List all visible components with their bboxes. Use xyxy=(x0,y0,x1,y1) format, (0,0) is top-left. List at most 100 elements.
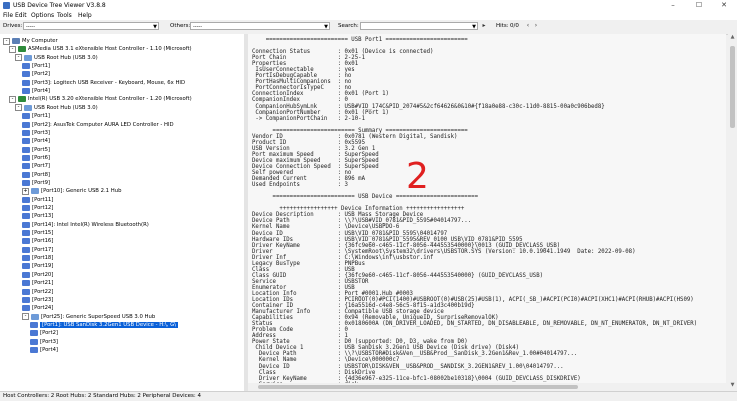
tree-item[interactable]: - My Computer xyxy=(3,37,58,45)
tree-item[interactable]: [Port22] xyxy=(22,288,53,296)
expand-icon[interactable]: + xyxy=(22,187,29,195)
tree-item[interactable]: [Port1] xyxy=(22,62,50,70)
horizontal-scrollbar[interactable] xyxy=(248,383,728,391)
tree-item[interactable]: [Port21] xyxy=(22,279,53,287)
tree-item-label: [Port12] xyxy=(32,205,54,211)
hits-next-icon[interactable]: › xyxy=(532,22,540,30)
collapse-icon[interactable]: - xyxy=(3,37,10,45)
port-icon xyxy=(22,138,30,145)
chevron-down-icon: ▼ xyxy=(324,24,328,30)
tree-item[interactable]: [Port18] xyxy=(22,254,53,262)
collapse-icon[interactable]: - xyxy=(9,95,16,103)
port-icon xyxy=(22,71,30,78)
scroll-down-icon[interactable]: ▼ xyxy=(728,382,737,390)
computer-icon xyxy=(12,38,20,44)
port-icon xyxy=(22,121,30,128)
details-text: ======================== USB Port1 =====… xyxy=(252,37,698,391)
tree-item-label: [Port3]: Logitech USB Receiver - Keyboar… xyxy=(32,79,186,86)
details-panel[interactable]: ======================== USB Port1 =====… xyxy=(248,34,726,391)
tree-item[interactable]: [Port9] xyxy=(22,179,50,187)
tree-item[interactable]: - USB Root Hub (USB 3.0) xyxy=(15,104,98,112)
tree-item[interactable]: [Port12] xyxy=(22,204,53,212)
scroll-up-icon[interactable]: ▲ xyxy=(728,34,737,42)
tree-item[interactable]: [Port15] xyxy=(22,229,53,237)
window-title: USB Device Tree Viewer V3.8.8 xyxy=(13,2,106,9)
tree-item[interactable]: [Port24] xyxy=(22,304,53,312)
others-value: ----- xyxy=(193,24,203,30)
tree-item-label: USB Root Hub (USB 3.0) xyxy=(34,54,98,61)
tree-item[interactable]: + [Port10]: Generic USB 2.1 Hub xyxy=(22,187,121,195)
tree-item[interactable]: [Port11] xyxy=(22,196,53,204)
tree-item[interactable]: [Port2] xyxy=(30,329,58,337)
tree-item[interactable]: - [Port25]: Generic SuperSpeed USB 3.0 Hu… xyxy=(22,313,155,321)
search-label: Search: xyxy=(338,23,359,29)
hits-prev-icon[interactable]: ‹ xyxy=(524,22,532,30)
minimize-button[interactable]: – xyxy=(662,1,684,10)
tree-item[interactable]: [Port17] xyxy=(22,246,53,254)
tree-item[interactable]: [Port3] xyxy=(30,338,58,346)
menu-edit[interactable]: Edit xyxy=(15,12,27,19)
search-input[interactable]: ▼ xyxy=(360,22,478,30)
vertical-scrollbar[interactable]: ▲ ▼ xyxy=(728,34,737,391)
tree-item[interactable]: [Port3] xyxy=(22,129,50,137)
menu-help[interactable]: Help xyxy=(78,12,92,19)
hub-icon xyxy=(31,313,39,320)
collapse-icon[interactable]: - xyxy=(22,313,29,321)
tree-item[interactable]: [Port4] xyxy=(22,137,50,145)
others-combo[interactable]: ----- ▼ xyxy=(190,22,330,30)
menu-options[interactable]: Options xyxy=(31,12,54,19)
tree-item[interactable]: [Port13] xyxy=(22,212,53,220)
drives-combo[interactable]: ----- ▼ xyxy=(23,22,159,30)
close-button[interactable]: ✕ xyxy=(713,1,735,10)
tree-item[interactable]: [Port7] xyxy=(22,162,50,170)
search-next-icon[interactable]: ▸ xyxy=(480,22,488,30)
port-icon xyxy=(22,263,30,270)
menu-file[interactable]: File xyxy=(3,12,13,19)
tree-item[interactable]: [Port8] xyxy=(22,171,50,179)
tree-item[interactable]: [Port14]: Intel Intel(R) Wireless Blueto… xyxy=(22,221,149,229)
hub-icon xyxy=(24,104,32,111)
tree-item[interactable]: [Port16] xyxy=(22,237,53,245)
tree-item[interactable]: [Port2]: AsusTek Computer AURA LED Contr… xyxy=(22,121,174,129)
tree-item-label: [Port25]: Generic SuperSpeed USB 3.0 Hub xyxy=(41,313,156,320)
tree-item-label: [Port13] xyxy=(32,213,54,220)
tree-item[interactable]: [Port2] xyxy=(22,70,50,78)
tree-item[interactable]: - USB Root Hub (USB 3.0) xyxy=(15,54,98,62)
maximize-button[interactable]: ☐ xyxy=(688,1,710,10)
tree-item[interactable]: [Port1]: USB SanDisk 3.2Gen1 USB Device … xyxy=(30,321,179,329)
tree-item[interactable]: [Port19] xyxy=(22,262,53,270)
hub-icon xyxy=(24,54,32,61)
tree-item[interactable]: - Intel(R) USB 3.20 eXtensible Host Contr… xyxy=(9,95,192,103)
tree-item[interactable]: [Port20] xyxy=(22,271,53,279)
usb-app-icon xyxy=(3,2,10,9)
port-icon xyxy=(22,221,30,228)
tree-item[interactable]: [Port4] xyxy=(22,87,50,95)
tree-item[interactable]: [Port3]: Logitech USB Receiver - Keyboar… xyxy=(22,79,185,87)
tree-item[interactable]: [Port1] xyxy=(22,112,50,120)
menu-tools[interactable]: Tools xyxy=(57,12,72,19)
port-icon xyxy=(22,63,30,70)
vertical-scroll-thumb[interactable] xyxy=(730,46,735,128)
tree-item[interactable]: [Port6] xyxy=(22,154,50,162)
tree-item[interactable]: [Port23] xyxy=(22,296,53,304)
horizontal-scroll-thumb[interactable] xyxy=(258,385,578,389)
toolbar: Drives: ----- ▼ Others: ----- ▼ Search: … xyxy=(0,20,737,35)
port-icon xyxy=(22,88,30,95)
port-icon xyxy=(22,255,30,262)
tree-item-label: [Port23] xyxy=(32,296,54,303)
tree-item-label: [Port10]: Generic USB 2.1 Hub xyxy=(41,188,122,195)
tree-item-label: [Port21] xyxy=(32,280,54,287)
collapse-icon[interactable]: - xyxy=(15,54,22,62)
tree-item[interactable]: [Port4] xyxy=(30,346,58,354)
collapse-icon[interactable]: - xyxy=(15,104,22,112)
tree-item-label: [Port11] xyxy=(32,196,54,203)
port-icon xyxy=(22,271,30,278)
menu-bar: File Edit Options Tools Help xyxy=(0,11,737,20)
tree-item[interactable]: [Port5] xyxy=(22,146,50,154)
tree-item[interactable]: - ASMedia USB 3.1 eXtensible Host Control… xyxy=(9,45,192,53)
tree-item-label: My Computer xyxy=(22,38,58,44)
tree-item-label: [Port15] xyxy=(32,230,54,237)
tree-item-label: [Port5] xyxy=(32,146,51,153)
collapse-icon[interactable]: - xyxy=(9,45,16,53)
device-tree[interactable]: - My Computer - ASMedia USB 3.1 eXtensible … xyxy=(0,34,245,391)
